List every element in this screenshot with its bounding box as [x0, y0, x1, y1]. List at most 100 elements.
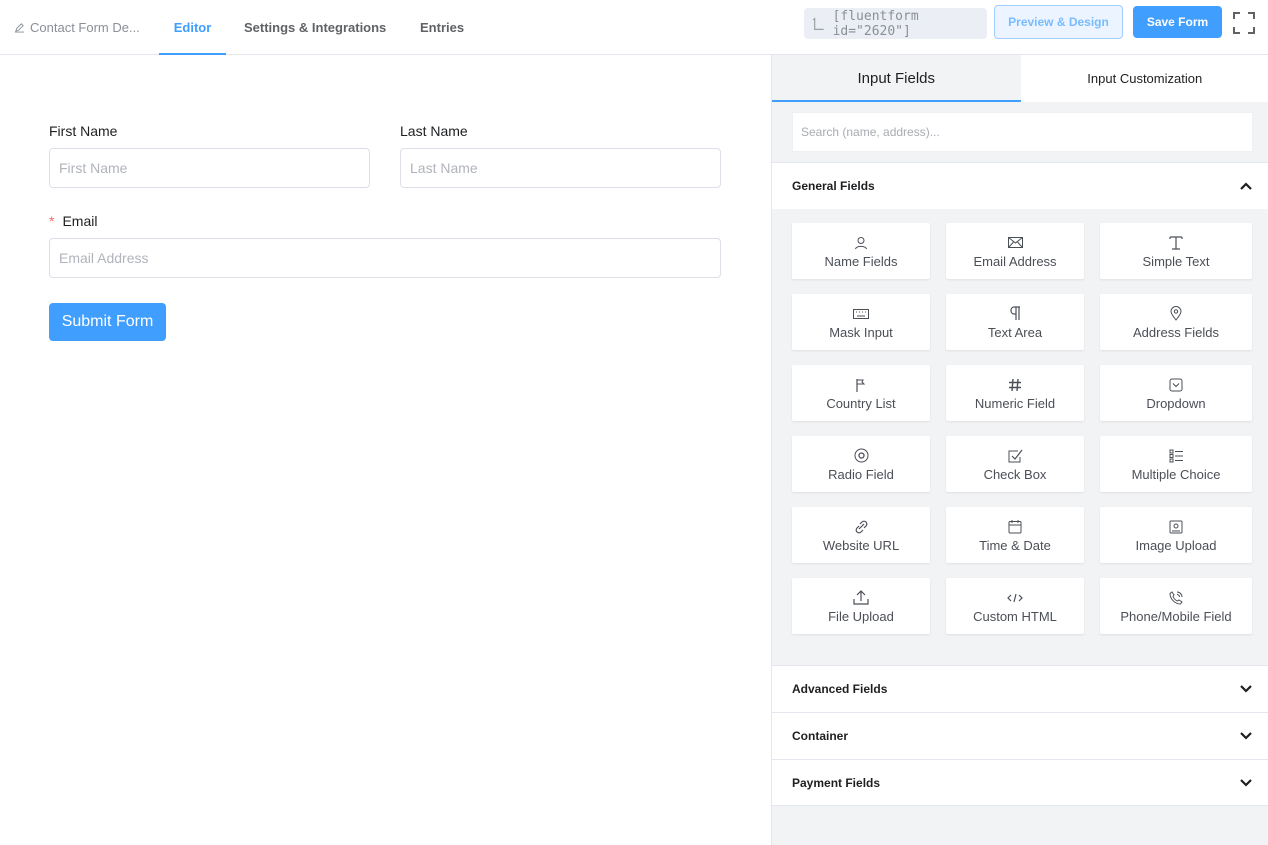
- field-card-custom-html[interactable]: Custom HTML: [946, 578, 1084, 634]
- field-card-label: Text Area: [987, 324, 1043, 340]
- field-card-multiple-choice[interactable]: Multiple Choice: [1100, 436, 1252, 492]
- section-general-fields[interactable]: General Fields: [772, 162, 1268, 209]
- list-icon: [1169, 449, 1183, 462]
- chevron-up-icon: [1240, 182, 1252, 190]
- envelope-icon: [1007, 237, 1023, 248]
- email-label-row: * Email: [49, 213, 97, 229]
- upload-icon: [853, 590, 869, 605]
- field-card-dropdown[interactable]: Dropdown: [1100, 365, 1252, 421]
- field-card-label: Dropdown: [1146, 395, 1206, 411]
- first-name-input[interactable]: First Name: [49, 148, 370, 188]
- submit-form-button[interactable]: Submit Form: [49, 303, 166, 341]
- tab-entries-label: Entries: [420, 19, 465, 35]
- field-card-label: Email Address: [973, 253, 1057, 269]
- image-icon: [1169, 520, 1183, 533]
- field-card-label: Radio Field: [828, 466, 894, 482]
- shortcode-copy[interactable]: [fluentform id="2620"]: [804, 8, 987, 39]
- email-input[interactable]: Email Address: [49, 238, 721, 278]
- user-icon: [855, 236, 867, 249]
- tab-entries[interactable]: Entries: [420, 0, 464, 54]
- field-card-label: Address Fields: [1133, 324, 1219, 340]
- section-advanced-fields-label: Advanced Fields: [792, 682, 888, 696]
- fullscreen-icon[interactable]: [1233, 12, 1255, 34]
- field-card-address-fields[interactable]: Address Fields: [1100, 294, 1252, 350]
- field-card-label: File Upload: [828, 608, 894, 624]
- field-card-numeric-field[interactable]: Numeric Field: [946, 365, 1084, 421]
- sidebar-tabs: Input Fields Input Customization: [772, 55, 1268, 102]
- field-card-label: Mask Input: [829, 324, 893, 340]
- field-card-phone-mobile[interactable]: Phone/Mobile Field: [1100, 578, 1252, 634]
- radio-icon: [854, 448, 868, 463]
- last-name-placeholder: Last Name: [410, 160, 478, 176]
- tab-editor[interactable]: Editor: [159, 0, 226, 55]
- tab-input-fields[interactable]: Input Fields: [772, 55, 1021, 102]
- chevron-down-icon: [1240, 732, 1252, 740]
- field-card-label: Country List: [826, 395, 896, 411]
- copy-icon: [812, 17, 824, 30]
- field-card-label: Time & Date: [979, 537, 1051, 553]
- field-card-country-list[interactable]: Country List: [792, 365, 930, 421]
- map-pin-icon: [1170, 306, 1182, 321]
- section-payment-fields[interactable]: Payment Fields: [772, 759, 1268, 806]
- flag-icon: [856, 378, 866, 392]
- calendar-icon: [1008, 520, 1022, 534]
- edit-icon: [14, 22, 25, 33]
- form-title-link[interactable]: Contact Form De...: [14, 0, 140, 54]
- chevron-down-icon: [1240, 685, 1252, 693]
- section-advanced-fields[interactable]: Advanced Fields: [772, 665, 1268, 712]
- field-card-label: Numeric Field: [974, 395, 1056, 411]
- field-card-email-address[interactable]: Email Address: [946, 223, 1084, 279]
- preview-design-button[interactable]: Preview & Design: [994, 5, 1123, 39]
- field-card-label: Website URL: [822, 537, 900, 553]
- text-icon: [1169, 235, 1183, 250]
- field-card-text-area[interactable]: Text Area: [946, 294, 1084, 350]
- hash-icon: [1009, 378, 1021, 391]
- tab-input-customization[interactable]: Input Customization: [1020, 55, 1268, 102]
- field-card-file-upload[interactable]: File Upload: [792, 578, 930, 634]
- field-search-placeholder: Search (name, address)...: [801, 125, 940, 139]
- tab-settings-label: Settings & Integrations: [244, 19, 387, 35]
- tab-editor-label: Editor: [173, 19, 212, 35]
- section-payment-fields-label: Payment Fields: [792, 775, 881, 790]
- field-card-website-url[interactable]: Website URL: [792, 507, 930, 563]
- top-bar: Contact Form De... Editor Settings & Int…: [0, 0, 1268, 55]
- field-card-label: Name Fields: [824, 253, 898, 269]
- shortcode-text: [fluentform id="2620"]: [832, 8, 919, 39]
- checkbox-icon: [1008, 449, 1022, 462]
- email-label: Email: [62, 213, 98, 229]
- field-card-time-date[interactable]: Time & Date: [946, 507, 1084, 563]
- chevron-down-icon: [1240, 779, 1252, 787]
- first-name-label: First Name: [49, 123, 118, 139]
- field-card-label: Custom HTML: [973, 608, 1057, 624]
- field-card-label: Simple Text: [1142, 253, 1210, 269]
- link-icon: [855, 520, 867, 533]
- form-title: Contact Form De...: [30, 19, 140, 35]
- last-name-label: Last Name: [400, 123, 468, 139]
- field-card-radio-field[interactable]: Radio Field: [792, 436, 930, 492]
- field-card-simple-text[interactable]: Simple Text: [1100, 223, 1252, 279]
- keyboard-icon: [853, 308, 869, 319]
- fields-sidebar: Input Fields Input Customization Search …: [771, 55, 1268, 845]
- field-search-input[interactable]: Search (name, address)...: [792, 112, 1253, 152]
- phone-icon: [1169, 590, 1183, 605]
- section-container-label: Container: [792, 729, 849, 743]
- section-container[interactable]: Container: [772, 712, 1268, 759]
- first-name-placeholder: First Name: [59, 160, 128, 176]
- field-card-check-box[interactable]: Check Box: [946, 436, 1084, 492]
- required-mark: *: [49, 213, 55, 229]
- field-card-label: Check Box: [983, 466, 1047, 482]
- field-card-label: Phone/Mobile Field: [1120, 608, 1232, 624]
- tab-input-customization-label: Input Customization: [1087, 71, 1203, 86]
- tab-settings-integrations[interactable]: Settings & Integrations: [244, 0, 386, 54]
- field-card-mask-input[interactable]: Mask Input: [792, 294, 930, 350]
- last-name-input[interactable]: Last Name: [400, 148, 721, 188]
- code-icon: [1007, 593, 1023, 602]
- save-form-button[interactable]: Save Form: [1133, 6, 1222, 38]
- field-card-label: Multiple Choice: [1131, 466, 1221, 482]
- section-general-fields-label: General Fields: [792, 179, 875, 193]
- field-card-label: Image Upload: [1135, 537, 1217, 553]
- dropdown-icon: [1169, 378, 1183, 391]
- field-card-image-upload[interactable]: Image Upload: [1100, 507, 1252, 563]
- field-card-name-fields[interactable]: Name Fields: [792, 223, 930, 279]
- paragraph-icon: [1010, 306, 1020, 320]
